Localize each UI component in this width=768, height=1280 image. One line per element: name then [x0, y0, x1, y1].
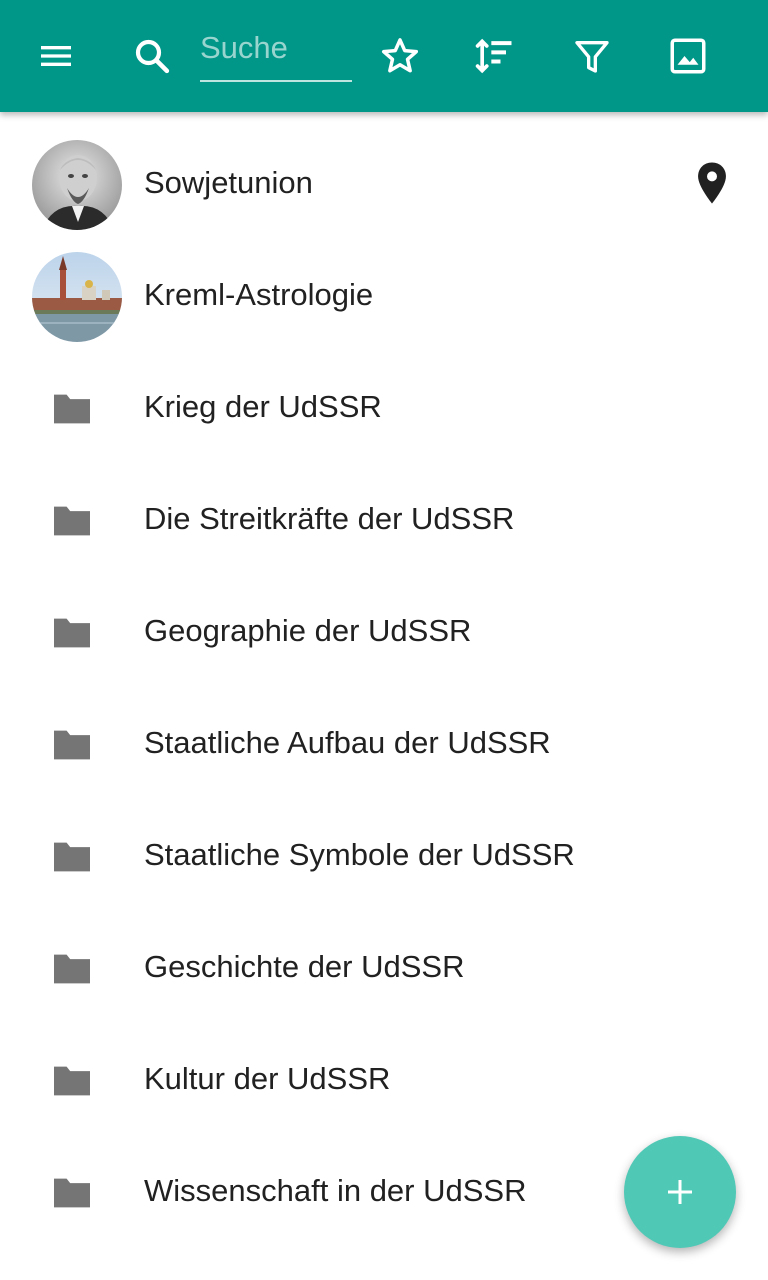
list-item[interactable]: Kultur der UdSSR: [0, 1008, 768, 1120]
list-item[interactable]: Geschichte der UdSSR: [0, 896, 768, 1008]
list-item-label: Sowjetunion: [144, 165, 313, 200]
sort-icon: [475, 38, 512, 74]
list-item-label: Kultur der UdSSR: [144, 1061, 391, 1096]
list-item-label: Wissenschaft in der UdSSR: [144, 1173, 527, 1208]
star-outline-icon: [381, 38, 419, 73]
folder-icon: [48, 924, 96, 1014]
avatar: [32, 140, 122, 230]
folder-icon: [48, 1036, 96, 1126]
favorite-button[interactable]: [368, 24, 432, 88]
image-button[interactable]: [656, 24, 720, 88]
list-item[interactable]: Staatliche Symbole der UdSSR: [0, 784, 768, 896]
image-icon: [670, 38, 706, 74]
list-item-label: Geographie der UdSSR: [144, 613, 472, 648]
kremlin-avatar: [32, 252, 122, 342]
list-item-label: Kreml-Astrologie: [144, 277, 374, 312]
location-pin-icon[interactable]: [692, 158, 732, 208]
category-list: Sowjetunion Kreml-Astrologie Krieg der U…: [0, 112, 768, 1232]
search-field[interactable]: [200, 22, 352, 82]
folder-icon: [48, 812, 96, 902]
plus-icon: [668, 1180, 692, 1204]
portrait-avatar: [32, 140, 122, 230]
folder-icon: [48, 700, 96, 790]
list-item-label: Geschichte der UdSSR: [144, 949, 465, 984]
search-icon: [135, 39, 170, 74]
list-item-label: Staatliche Aufbau der UdSSR: [144, 725, 551, 760]
list-item-label: Die Streitkräfte der UdSSR: [144, 501, 515, 536]
list-item[interactable]: Die Streitkräfte der UdSSR: [0, 448, 768, 560]
folder-icon: [48, 588, 96, 678]
filter-button[interactable]: [560, 24, 624, 88]
filter-icon: [575, 41, 609, 73]
folder-icon: [48, 476, 96, 566]
search-input[interactable]: [200, 22, 352, 74]
menu-icon: [41, 46, 71, 66]
list-item[interactable]: Sowjetunion: [0, 112, 768, 230]
app-toolbar: [0, 0, 768, 112]
list-item[interactable]: Kreml-Astrologie: [0, 224, 768, 342]
folder-icon: [48, 1148, 96, 1238]
menu-button[interactable]: [24, 24, 88, 88]
add-button[interactable]: [624, 1136, 736, 1248]
list-item-label: Krieg der UdSSR: [144, 389, 382, 424]
avatar: [32, 252, 122, 342]
list-item-label: Staatliche Symbole der UdSSR: [144, 837, 575, 872]
list-item[interactable]: Staatliche Aufbau der UdSSR: [0, 672, 768, 784]
list-item[interactable]: Geographie der UdSSR: [0, 560, 768, 672]
list-item[interactable]: Krieg der UdSSR: [0, 336, 768, 448]
sort-button[interactable]: [463, 24, 527, 88]
folder-icon: [48, 364, 96, 454]
search-button[interactable]: [120, 24, 184, 88]
